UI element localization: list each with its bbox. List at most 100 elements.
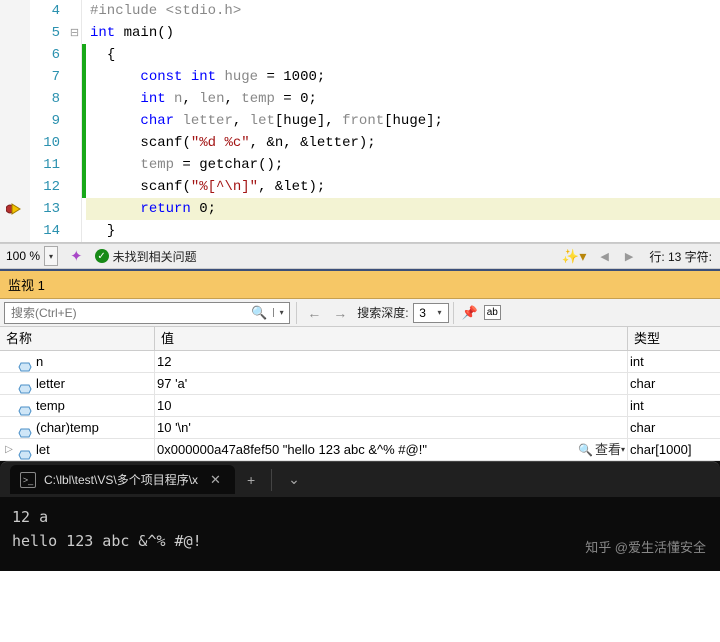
cell-type: char [628, 373, 720, 394]
col-name[interactable]: 名称 [0, 327, 155, 350]
depth-value: 3 [414, 306, 432, 320]
highlight-toggle[interactable]: ab [484, 305, 501, 320]
gutter[interactable] [0, 0, 30, 22]
tab-dropdown-icon[interactable]: ⌄ [276, 471, 312, 488]
expand-icon[interactable]: ▷ [2, 439, 16, 460]
search-input[interactable] [5, 304, 245, 322]
variable-icon [18, 357, 32, 367]
code-text[interactable]: return 0; [86, 198, 720, 220]
scroll-left-icon[interactable]: ◀ [592, 250, 616, 263]
code-line[interactable]: 4#include <stdio.h> [0, 0, 720, 22]
code-line[interactable]: 11 temp = getchar(); [0, 154, 720, 176]
terminal-tab[interactable]: >_ C:\lbl\test\VS\多个项目程序\x ✕ [10, 465, 235, 494]
gutter[interactable] [0, 88, 30, 110]
col-type[interactable]: 类型 [628, 327, 720, 350]
fold-toggle[interactable] [68, 66, 82, 88]
code-text[interactable]: { [86, 44, 720, 66]
cell-value: 0x000000a47a8fef50 "hello 123 abc &^% #@… [155, 439, 628, 460]
fold-toggle[interactable] [68, 132, 82, 154]
code-text[interactable]: int n, len, temp = 0; [86, 88, 720, 110]
code-line[interactable]: 10 scanf("%d %c", &n, &letter); [0, 132, 720, 154]
code-line[interactable]: 9 char letter, let[huge], front[huge]; [0, 110, 720, 132]
gutter[interactable] [0, 44, 30, 66]
cell-name: letter [0, 373, 155, 394]
search-box[interactable]: 🔍 ▾ [4, 302, 290, 324]
lightbulb-icon[interactable]: ✦ [64, 247, 89, 265]
code-line[interactable]: 6 { [0, 44, 720, 66]
view-button[interactable]: 🔍查看 ▾ [578, 439, 625, 460]
line-number: 7 [30, 66, 68, 88]
table-row[interactable]: temp10int [0, 395, 720, 417]
gutter[interactable] [0, 22, 30, 44]
fold-toggle[interactable] [68, 198, 82, 220]
pin-icon[interactable]: 📌 [458, 305, 482, 321]
code-line[interactable]: 7 const int huge = 1000; [0, 66, 720, 88]
search-options-dropdown[interactable]: ▾ [273, 308, 289, 317]
fold-toggle[interactable]: ⊟ [68, 22, 82, 44]
col-value[interactable]: 值 [155, 327, 628, 350]
code-line[interactable]: 5⊟int main() [0, 22, 720, 44]
code-line[interactable]: 14 } [0, 220, 720, 242]
table-row[interactable]: ▷let0x000000a47a8fef50 "hello 123 abc &^… [0, 439, 720, 461]
gutter[interactable] [0, 220, 30, 242]
line-number: 9 [30, 110, 68, 132]
fold-toggle[interactable] [68, 44, 82, 66]
code-text[interactable]: } [86, 220, 720, 242]
terminal-icon: >_ [20, 472, 36, 488]
code-text[interactable]: #include <stdio.h> [86, 0, 720, 22]
fold-toggle[interactable] [68, 88, 82, 110]
wand-icon[interactable]: ✨▾ [556, 248, 592, 265]
fold-toggle[interactable] [68, 176, 82, 198]
terminal-line: 12 a [12, 505, 708, 529]
fold-toggle[interactable] [68, 220, 82, 242]
new-tab-button[interactable]: + [235, 472, 267, 488]
fold-toggle[interactable] [68, 0, 82, 22]
code-text[interactable]: char letter, let[huge], front[huge]; [86, 110, 720, 132]
cell-name: ▷let [0, 439, 155, 460]
watermark: 知乎 @爱生活懂安全 [585, 538, 706, 559]
var-value: 10 '\n' [157, 417, 191, 438]
variable-icon [18, 445, 32, 455]
code-line[interactable]: 12 scanf("%[^\n]", &let); [0, 176, 720, 198]
nav-back-icon[interactable]: ← [301, 305, 327, 321]
zoom-dropdown[interactable]: ▾ [44, 246, 58, 266]
nav-forward-icon[interactable]: → [327, 305, 353, 321]
fold-toggle[interactable] [68, 154, 82, 176]
code-line[interactable]: 8 int n, len, temp = 0; [0, 88, 720, 110]
terminal-body[interactable]: 12 a hello 123 abc &^% #@! 知乎 @爱生活懂安全 [0, 497, 720, 571]
gutter[interactable] [0, 110, 30, 132]
code-text[interactable]: const int huge = 1000; [86, 66, 720, 88]
cell-type: char[1000] [628, 439, 720, 460]
code-text[interactable]: int main() [86, 22, 720, 44]
code-text[interactable]: scanf("%d %c", &n, &letter); [86, 132, 720, 154]
search-icon[interactable]: 🔍 [245, 305, 273, 321]
gutter[interactable] [0, 132, 30, 154]
code-text[interactable]: temp = getchar(); [86, 154, 720, 176]
terminal-tabbar: >_ C:\lbl\test\VS\多个项目程序\x ✕ + ⌄ [0, 461, 720, 497]
scroll-right-icon[interactable]: ▶ [617, 250, 641, 263]
status-bar: 100 % ▾ ✦ ✓ 未找到相关问题 ✨▾ ◀ ▶ 行: 13 字符: [0, 243, 720, 269]
table-row[interactable]: letter97 'a'char [0, 373, 720, 395]
gutter[interactable] [0, 176, 30, 198]
fold-toggle[interactable] [68, 110, 82, 132]
close-icon[interactable]: ✕ [206, 472, 225, 488]
code-text[interactable]: scanf("%[^\n]", &let); [86, 176, 720, 198]
watch-toolbar: 🔍 ▾ ← → 搜索深度: 3 ▾ 📌 ab [0, 299, 720, 327]
code-editor[interactable]: 4#include <stdio.h>5⊟int main()6 {7 cons… [0, 0, 720, 243]
code-line[interactable]: 13 return 0; [0, 198, 720, 220]
line-number: 12 [30, 176, 68, 198]
line-number: 11 [30, 154, 68, 176]
watch-panel-title[interactable]: 监视 1 [0, 269, 720, 299]
table-row[interactable]: (char)temp10 '\n'char [0, 417, 720, 439]
gutter[interactable] [0, 154, 30, 176]
gutter[interactable] [0, 66, 30, 88]
cell-value: 12 [155, 351, 628, 372]
table-row[interactable]: n12int [0, 351, 720, 373]
depth-select[interactable]: 3 ▾ [413, 303, 449, 323]
check-icon: ✓ [95, 249, 109, 263]
cell-value: 97 'a' [155, 373, 628, 394]
table-header: 名称 值 类型 [0, 327, 720, 351]
gutter[interactable] [0, 198, 30, 220]
zoom-level[interactable]: 100 % [0, 249, 44, 263]
cell-value: 10 '\n' [155, 417, 628, 438]
